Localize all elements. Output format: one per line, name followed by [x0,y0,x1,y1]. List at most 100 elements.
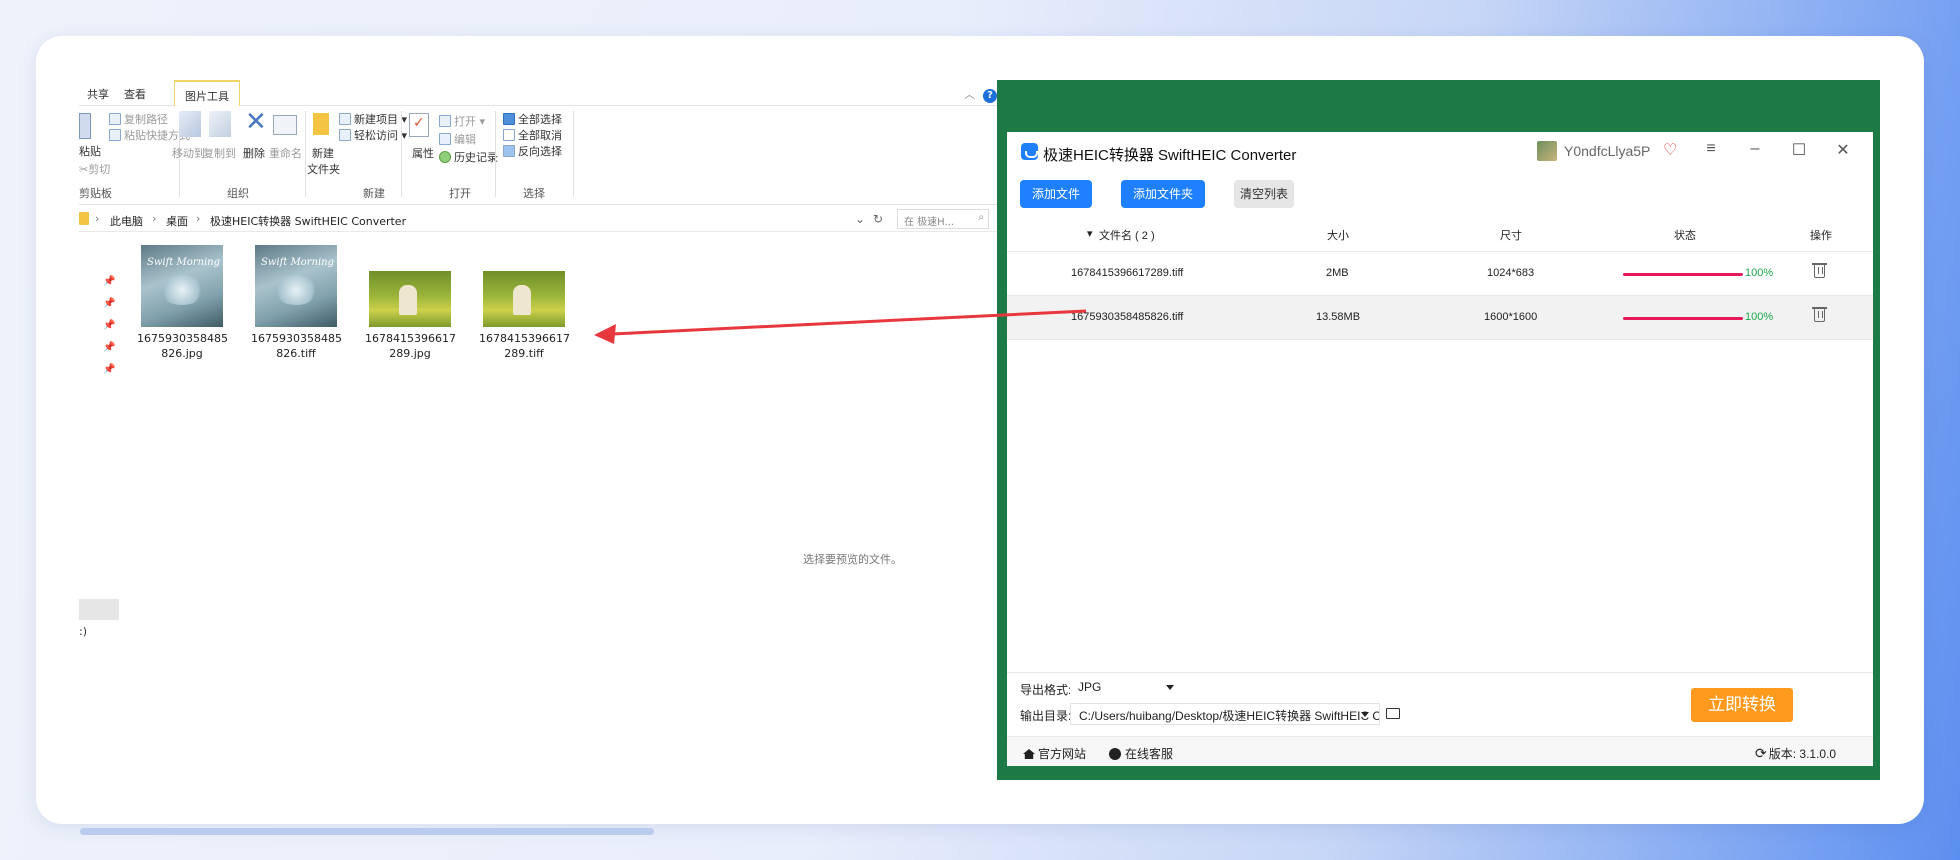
version-info: ⟳ 版本: 3.1.0.0 [1755,745,1836,762]
convert-now-button[interactable]: 立即转换 [1691,688,1793,722]
help-icon[interactable]: ? [983,89,997,103]
tab-share[interactable]: 共享 [87,86,109,102]
clear-list-button[interactable]: 清空列表 [1234,180,1294,208]
select-all-button[interactable]: 全部选择 [503,111,562,127]
address-bar-row: › 此电脑 › 桌面 › 极速HEIC转换器 SwiftHEIC Convert… [79,206,997,232]
collapse-ribbon-icon[interactable]: ︿ [964,88,975,101]
minimize-icon[interactable]: – [1745,140,1765,158]
table-row[interactable]: 1678415396617289.tiff 2MB 1024*683 100% [1007,252,1873,296]
nav-pane-selected-item[interactable] [79,599,119,620]
folder-icon [79,212,89,225]
move-to-button[interactable]: 移动到 [172,145,205,161]
select-none-button[interactable]: 全部取消 [503,127,562,143]
ribbon-tabs: 共享 查看 图片工具 ︿? [79,80,997,106]
ribbon-controls: ︿? [964,86,997,103]
edit-icon [439,133,451,145]
new-folder-button[interactable]: 新建 [312,145,334,161]
file-thumbnail [483,271,565,327]
folder-open-icon[interactable] [1386,708,1400,719]
support-label: 在线客服 [1125,747,1174,761]
file-thumbnail [369,271,451,327]
output-settings: 导出格式: JPG 输出目录: C:/Users/huibang/Desktop… [1007,672,1873,725]
add-file-button[interactable]: 添加文件 [1020,180,1092,208]
output-dir-label: 输出目录: [1020,709,1072,723]
cut-button[interactable]: ✂剪切 [79,161,110,177]
easy-access-button[interactable]: 轻松访问 ▾ [339,127,407,143]
update-icon[interactable]: ⟳ [1755,745,1767,762]
avatar[interactable] [1537,141,1557,161]
format-select[interactable]: JPG [1070,677,1182,699]
pin-icon[interactable]: 📌 [103,276,115,287]
paste-button[interactable]: 粘贴 [79,143,101,159]
edit-button[interactable]: 编辑 [439,131,476,147]
breadcrumb-chevron-icon: › [152,212,157,225]
user-name[interactable]: Y0ndfcLlya5P [1564,143,1650,159]
select-none-icon [503,129,515,141]
horizontal-scrollbar[interactable] [80,828,654,835]
title-bar: 极速HEIC转换器 SwiftHEIC Converter Y0ndfcLlya… [1007,132,1873,172]
nav-pane-drive-label[interactable]: :) [79,625,87,638]
file-item[interactable]: Swift Morning 1675930358485 826.tiff [251,245,342,361]
trash-icon[interactable] [1812,307,1827,322]
easy-access-icon [339,129,351,141]
vip-heart-icon[interactable]: ♡ [1663,140,1677,160]
address-dropdown-icon[interactable]: ⌄ [855,212,865,226]
breadcrumb-desktop[interactable]: 桌面 [166,213,188,229]
add-folder-button[interactable]: 添加文件夹 [1121,180,1205,208]
row-dims: 1024*683 [1487,267,1535,279]
sort-caret-icon[interactable]: ▾ [1087,227,1093,240]
copy-to-button[interactable]: 复制到 [203,145,236,161]
menu-icon[interactable]: ≡ [1701,140,1721,158]
version-label: 版本: 3.1.0.0 [1768,747,1837,761]
rename-button[interactable]: 重命名 [269,145,302,161]
new-item-button[interactable]: 新建项目 ▾ [339,111,407,127]
tab-view[interactable]: 查看 [124,86,146,102]
header-filename[interactable]: 文件名 ( 2 ) [1099,227,1155,243]
properties-icon: ✓ [409,113,429,137]
headset-icon [1109,748,1121,760]
open-group-label: 打开 [449,187,471,200]
invert-selection-button[interactable]: 反向选择 [503,143,562,159]
official-website-link[interactable]: 官方网站 [1023,745,1086,762]
format-value: JPG [1078,680,1102,694]
search-input[interactable]: 在 极速H... ⌕ [897,209,989,229]
file-item[interactable]: 1678415396617 289.tiff [479,245,570,361]
copy-path-button[interactable]: 复制路径 [109,111,168,127]
new-folder-label-line2: 文件夹 [307,163,340,176]
tab-picture-tools[interactable]: 图片工具 [174,80,240,106]
ribbon-divider [573,111,574,197]
history-button[interactable]: 历史记录 [439,149,498,165]
online-support-link[interactable]: 在线客服 [1109,745,1173,762]
status-bar: 官方网站 在线客服 ⟳ 版本: 3.1.0.0 [1007,736,1873,766]
pin-icon[interactable]: 📌 [103,320,115,331]
app-logo-icon [1021,143,1038,160]
pin-icon[interactable]: 📌 [103,364,115,375]
copy-path-icon [109,113,121,125]
row-filename: 1675930358485826.tiff [1071,311,1184,323]
output-dir-select[interactable]: C:/Users/huibang/Desktop/极速HEIC转换器 Swift… [1070,703,1380,725]
refresh-icon[interactable]: ↻ [873,212,883,226]
pin-icon[interactable]: 📌 [103,298,115,309]
breadcrumb-current-folder[interactable]: 极速HEIC转换器 SwiftHEIC Converter [210,213,406,229]
breadcrumb-this-pc[interactable]: 此电脑 [110,213,143,229]
address-bar[interactable]: › 此电脑 › 桌面 › 极速HEIC转换器 SwiftHEIC Convert… [79,206,719,232]
paste-shortcut-button[interactable]: 粘贴快捷方式 [109,127,190,143]
pin-icon[interactable]: 📌 [103,342,115,353]
open-icon [439,115,451,127]
new-folder-icon [313,113,329,135]
move-to-icon [179,111,201,137]
file-item[interactable]: Swift Morning 1675930358485 826.jpg [137,245,228,361]
maximize-icon[interactable]: ☐ [1789,140,1809,160]
trash-icon[interactable] [1812,263,1827,278]
format-label: 导出格式: [1020,683,1072,697]
header-dims: 尺寸 [1500,230,1522,242]
close-icon[interactable]: ✕ [1833,140,1853,160]
table-row[interactable]: 1675930358485826.tiff 13.58MB 1600*1600 … [1007,296,1873,340]
open-button[interactable]: 打开 ▾ [439,113,485,129]
header-status: 状态 [1674,230,1696,242]
properties-button[interactable]: 属性 [412,145,434,161]
ribbon: 粘贴 ✂剪切 复制路径 粘贴快捷方式 剪贴板 移动到 复制到 ✕ 删除 重命名 … [79,107,997,205]
delete-button[interactable]: 删除 [243,145,265,161]
file-name-line2: 826.jpg [161,347,203,360]
file-item[interactable]: 1678415396617 289.jpg [365,245,456,361]
